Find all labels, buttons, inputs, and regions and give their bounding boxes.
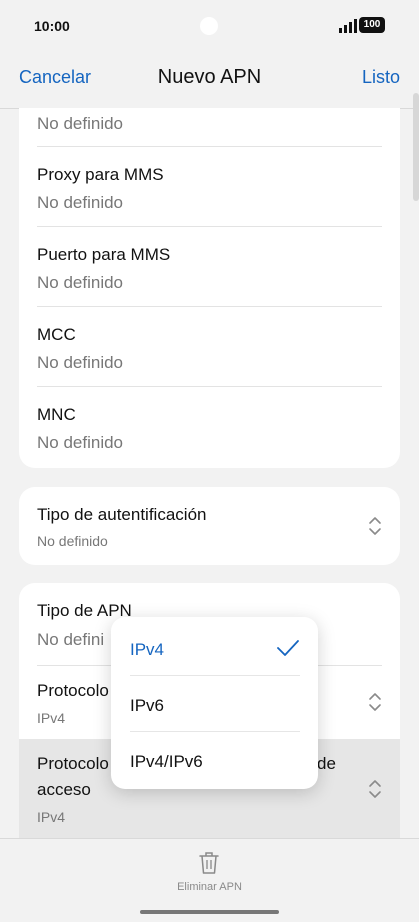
option-label: IPv6 xyxy=(130,696,165,715)
option-ipv4-ipv6[interactable]: IPv4/IPv6 xyxy=(111,732,318,788)
option-ipv4[interactable]: IPv4 xyxy=(111,620,318,676)
auth-type-row[interactable]: Tipo de autentificación No definido xyxy=(19,487,400,565)
status-time: 10:00 xyxy=(34,18,70,34)
mms-proxy-row[interactable]: Proxy para MMS No definido xyxy=(19,147,400,226)
settings-card-mms: No definido Proxy para MMS No definido P… xyxy=(19,108,400,468)
apn-protocol-value: IPv4 xyxy=(37,710,66,726)
mnc-row[interactable]: MNC No definido xyxy=(19,387,400,467)
roaming-protocol-value: IPv4 xyxy=(37,809,66,825)
mnc-value: No definido xyxy=(37,433,124,452)
mnc-label: MNC xyxy=(37,405,76,424)
apn-type-value: No defini xyxy=(37,630,105,649)
mcc-value: No definido xyxy=(37,353,124,372)
mms-port-row[interactable]: Puerto para MMS No definido xyxy=(19,227,400,306)
nav-bar: Cancelar Nuevo APN Listo xyxy=(0,54,419,102)
camera-cutout xyxy=(200,17,218,35)
chevron-up-down-icon xyxy=(369,517,381,535)
done-button[interactable]: Listo xyxy=(362,67,400,88)
phone-screen: 10:00 100 Cancelar Nuevo APN Listo No de… xyxy=(0,0,419,922)
mcc-label: MCC xyxy=(37,325,76,344)
chevron-up-down-icon xyxy=(369,693,381,711)
mms-port-label: Puerto para MMS xyxy=(37,245,171,264)
home-indicator[interactable] xyxy=(140,910,279,914)
auth-type-label: Tipo de autentificación xyxy=(37,505,207,524)
option-ipv6[interactable]: IPv6 xyxy=(111,676,318,732)
signal-icon xyxy=(339,19,357,33)
check-icon xyxy=(277,640,299,656)
apn-protocol-label: Protocolo xyxy=(37,681,109,700)
option-label: IPv4/IPv6 xyxy=(130,752,203,771)
mms-proxy-value: No definido xyxy=(37,193,124,212)
protocol-dropdown-menu: IPv4 IPv6 IPv4/IPv6 xyxy=(111,617,318,789)
mms-port-value: No definido xyxy=(37,273,124,292)
mms-proxy-label: Proxy para MMS xyxy=(37,165,164,184)
mcc-row[interactable]: MCC No definido xyxy=(19,307,400,386)
battery-icon: 100 xyxy=(359,17,385,33)
bottom-action-bar: Eliminar APN xyxy=(0,838,419,922)
chevron-up-down-icon xyxy=(369,780,381,798)
page-title: Nuevo APN xyxy=(157,66,262,88)
roaming-protocol-label-line1: Protocolo xyxy=(37,754,109,773)
auth-type-value: No definido xyxy=(37,533,108,549)
scrollbar[interactable] xyxy=(413,93,419,201)
previous-field-value: No definido xyxy=(37,114,124,133)
status-bar: 10:00 100 xyxy=(0,0,419,50)
option-label: IPv4 xyxy=(130,640,165,659)
delete-apn-label: Eliminar APN xyxy=(177,881,242,893)
roaming-protocol-label-tail: de xyxy=(317,754,336,773)
roaming-protocol-label-line2: acceso xyxy=(37,780,91,799)
trash-icon xyxy=(199,852,219,874)
